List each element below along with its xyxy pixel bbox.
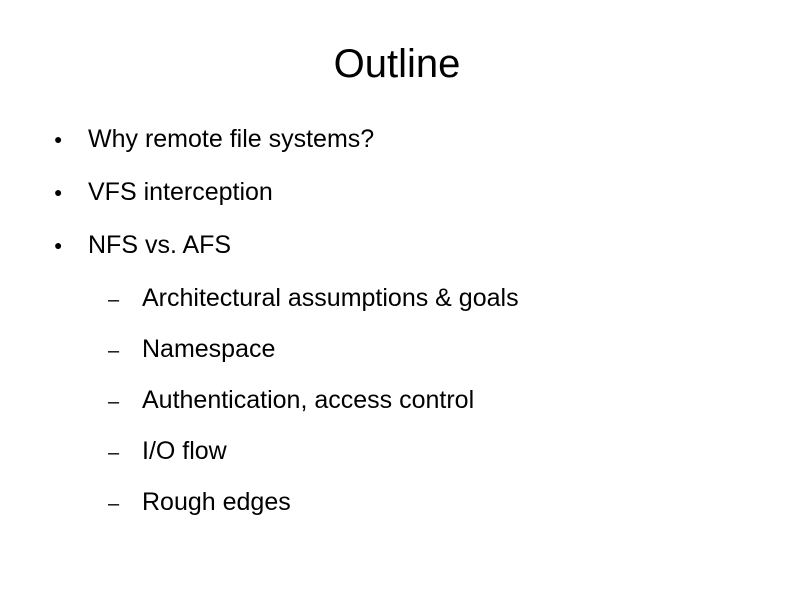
- dash-icon: –: [108, 340, 142, 363]
- dash-icon: –: [108, 289, 142, 312]
- sub-bullet-text: Namespace: [142, 335, 275, 364]
- list-item: ● Why remote file systems?: [50, 125, 744, 154]
- bullet-text: VFS interception: [88, 178, 273, 207]
- list-item: – Namespace: [108, 335, 744, 364]
- list-item: – Rough edges: [108, 488, 744, 517]
- dash-icon: –: [108, 391, 142, 414]
- list-item: – I/O flow: [108, 437, 744, 466]
- dash-icon: –: [108, 442, 142, 465]
- list-item: ● NFS vs. AFS: [50, 231, 744, 260]
- bullet-text: Why remote file systems?: [88, 125, 374, 154]
- bullet-icon: ●: [54, 237, 88, 253]
- sub-bullet-text: Authentication, access control: [142, 386, 474, 415]
- slide-container: Outline ● Why remote file systems? ● VFS…: [0, 0, 794, 595]
- sub-bullet-list: – Architectural assumptions & goals – Na…: [50, 284, 744, 517]
- dash-icon: –: [108, 493, 142, 516]
- bullet-text: NFS vs. AFS: [88, 231, 231, 260]
- list-item: – Architectural assumptions & goals: [108, 284, 744, 313]
- sub-bullet-text: Architectural assumptions & goals: [142, 284, 519, 313]
- sub-bullet-text: Rough edges: [142, 488, 291, 517]
- sub-bullet-text: I/O flow: [142, 437, 227, 466]
- bullet-list: ● Why remote file systems? ● VFS interce…: [50, 125, 744, 260]
- list-item: – Authentication, access control: [108, 386, 744, 415]
- bullet-icon: ●: [54, 131, 88, 147]
- slide-title: Outline: [50, 42, 744, 87]
- list-item: ● VFS interception: [50, 178, 744, 207]
- bullet-icon: ●: [54, 184, 88, 200]
